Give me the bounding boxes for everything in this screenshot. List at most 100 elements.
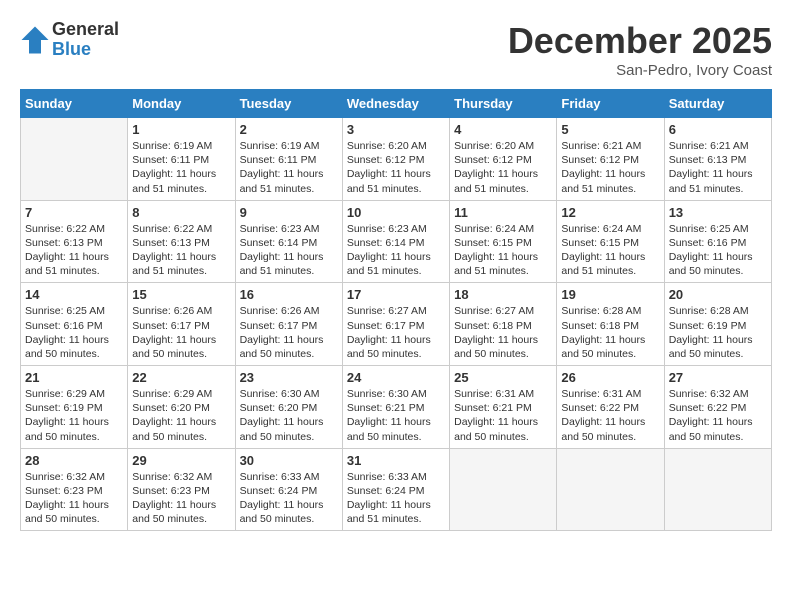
day-number: 12: [561, 205, 659, 220]
logo-blue: Blue: [52, 40, 119, 60]
calendar-cell: [21, 118, 128, 201]
calendar-header-row: SundayMondayTuesdayWednesdayThursdayFrid…: [21, 90, 772, 118]
calendar-cell: 6 Sunrise: 6:21 AMSunset: 6:13 PMDaylight…: [664, 118, 771, 201]
day-detail: Sunrise: 6:25 AMSunset: 6:16 PMDaylight:…: [25, 304, 123, 361]
day-detail: Sunrise: 6:21 AMSunset: 6:12 PMDaylight:…: [561, 139, 659, 196]
calendar-cell: 7 Sunrise: 6:22 AMSunset: 6:13 PMDaylight…: [21, 200, 128, 283]
day-detail: Sunrise: 6:22 AMSunset: 6:13 PMDaylight:…: [25, 222, 123, 279]
day-detail: Sunrise: 6:25 AMSunset: 6:16 PMDaylight:…: [669, 222, 767, 279]
calendar-cell: 20 Sunrise: 6:28 AMSunset: 6:19 PMDayligh…: [664, 283, 771, 366]
calendar-cell: 8 Sunrise: 6:22 AMSunset: 6:13 PMDaylight…: [128, 200, 235, 283]
day-number: 25: [454, 370, 552, 385]
day-number: 14: [25, 287, 123, 302]
calendar-cell: 1Sunrise: 6:19 AMSunset: 6:11 PMDaylight…: [128, 118, 235, 201]
day-detail: Sunrise: 6:24 AMSunset: 6:15 PMDaylight:…: [561, 222, 659, 279]
day-number: 20: [669, 287, 767, 302]
day-number: 31: [347, 453, 445, 468]
page-header: General Blue December 2025 San-Pedro, Iv…: [20, 20, 772, 79]
calendar-cell: 14 Sunrise: 6:25 AMSunset: 6:16 PMDayligh…: [21, 283, 128, 366]
day-number: 18: [454, 287, 552, 302]
day-detail: Sunrise: 6:26 AMSunset: 6:17 PMDaylight:…: [132, 304, 230, 361]
calendar-cell: 13 Sunrise: 6:25 AMSunset: 6:16 PMDayligh…: [664, 200, 771, 283]
calendar-cell: 18 Sunrise: 6:27 AMSunset: 6:18 PMDayligh…: [450, 283, 557, 366]
day-number: 8: [132, 205, 230, 220]
header-sunday: Sunday: [21, 90, 128, 118]
calendar-cell: [557, 448, 664, 531]
day-detail: Sunrise: 6:27 AMSunset: 6:17 PMDaylight:…: [347, 304, 445, 361]
day-number: 5: [561, 122, 659, 137]
calendar-cell: 12 Sunrise: 6:24 AMSunset: 6:15 PMDayligh…: [557, 200, 664, 283]
day-detail: Sunrise: 6:24 AMSunset: 6:15 PMDaylight:…: [454, 222, 552, 279]
day-detail: Sunrise: 6:28 AMSunset: 6:19 PMDaylight:…: [669, 304, 767, 361]
header-saturday: Saturday: [664, 90, 771, 118]
calendar-cell: 17 Sunrise: 6:27 AMSunset: 6:17 PMDayligh…: [342, 283, 449, 366]
day-detail: Sunrise: 6:22 AMSunset: 6:13 PMDaylight:…: [132, 222, 230, 279]
logo-general: General: [52, 20, 119, 40]
day-detail: Sunrise: 6:30 AMSunset: 6:21 PMDaylight:…: [347, 387, 445, 444]
calendar-cell: 26Sunrise: 6:31 AMSunset: 6:22 PMDayligh…: [557, 366, 664, 449]
day-number: 3: [347, 122, 445, 137]
calendar-cell: 21 Sunrise: 6:29 AMSunset: 6:19 PMDayligh…: [21, 366, 128, 449]
calendar-cell: 15 Sunrise: 6:26 AMSunset: 6:17 PMDayligh…: [128, 283, 235, 366]
calendar-cell: 29 Sunrise: 6:32 AMSunset: 6:23 PMDayligh…: [128, 448, 235, 531]
day-number: 2: [240, 122, 338, 137]
day-number: 16: [240, 287, 338, 302]
calendar-week-3: 14 Sunrise: 6:25 AMSunset: 6:16 PMDayligh…: [21, 283, 772, 366]
header-thursday: Thursday: [450, 90, 557, 118]
calendar-cell: 23 Sunrise: 6:30 AMSunset: 6:20 PMDayligh…: [235, 366, 342, 449]
day-detail: Sunrise: 6:23 AMSunset: 6:14 PMDaylight:…: [240, 222, 338, 279]
calendar-cell: 31 Sunrise: 6:33 AMSunset: 6:24 PMDayligh…: [342, 448, 449, 531]
calendar-cell: 10 Sunrise: 6:23 AMSunset: 6:14 PMDayligh…: [342, 200, 449, 283]
calendar-week-2: 7 Sunrise: 6:22 AMSunset: 6:13 PMDaylight…: [21, 200, 772, 283]
calendar-cell: 28Sunrise: 6:32 AMSunset: 6:23 PMDayligh…: [21, 448, 128, 531]
day-number: 11: [454, 205, 552, 220]
calendar-cell: 4Sunrise: 6:20 AMSunset: 6:12 PMDaylight…: [450, 118, 557, 201]
calendar-cell: [450, 448, 557, 531]
calendar-cell: 24Sunrise: 6:30 AMSunset: 6:21 PMDayligh…: [342, 366, 449, 449]
day-number: 9: [240, 205, 338, 220]
calendar-cell: 19Sunrise: 6:28 AMSunset: 6:18 PMDayligh…: [557, 283, 664, 366]
day-number: 10: [347, 205, 445, 220]
day-detail: Sunrise: 6:33 AMSunset: 6:24 PMDaylight:…: [347, 470, 445, 527]
day-number: 7: [25, 205, 123, 220]
calendar-cell: 9 Sunrise: 6:23 AMSunset: 6:14 PMDaylight…: [235, 200, 342, 283]
day-detail: Sunrise: 6:33 AMSunset: 6:24 PMDaylight:…: [240, 470, 338, 527]
day-number: 29: [132, 453, 230, 468]
day-number: 17: [347, 287, 445, 302]
logo-icon: [20, 25, 50, 55]
header-tuesday: Tuesday: [235, 90, 342, 118]
calendar-table: SundayMondayTuesdayWednesdayThursdayFrid…: [20, 89, 772, 531]
day-detail: Sunrise: 6:21 AMSunset: 6:13 PMDaylight:…: [669, 139, 767, 196]
day-number: 22: [132, 370, 230, 385]
day-number: 6: [669, 122, 767, 137]
day-detail: Sunrise: 6:29 AMSunset: 6:19 PMDaylight:…: [25, 387, 123, 444]
calendar-cell: 5 Sunrise: 6:21 AMSunset: 6:12 PMDaylight…: [557, 118, 664, 201]
day-detail: Sunrise: 6:20 AMSunset: 6:12 PMDaylight:…: [454, 139, 552, 196]
day-number: 23: [240, 370, 338, 385]
month-title: December 2025: [508, 20, 772, 62]
day-number: 26: [561, 370, 659, 385]
day-detail: Sunrise: 6:32 AMSunset: 6:23 PMDaylight:…: [25, 470, 123, 527]
title-block: December 2025 San-Pedro, Ivory Coast: [508, 20, 772, 79]
day-detail: Sunrise: 6:27 AMSunset: 6:18 PMDaylight:…: [454, 304, 552, 361]
day-detail: Sunrise: 6:28 AMSunset: 6:18 PMDaylight:…: [561, 304, 659, 361]
day-detail: Sunrise: 6:23 AMSunset: 6:14 PMDaylight:…: [347, 222, 445, 279]
day-number: 30: [240, 453, 338, 468]
day-detail: Sunrise: 6:19 AMSunset: 6:11 PMDaylight:…: [132, 139, 230, 196]
calendar-cell: [664, 448, 771, 531]
calendar-cell: 25 Sunrise: 6:31 AMSunset: 6:21 PMDayligh…: [450, 366, 557, 449]
location: San-Pedro, Ivory Coast: [508, 62, 772, 79]
day-detail: Sunrise: 6:19 AMSunset: 6:11 PMDaylight:…: [240, 139, 338, 196]
header-friday: Friday: [557, 90, 664, 118]
calendar-cell: 11 Sunrise: 6:24 AMSunset: 6:15 PMDayligh…: [450, 200, 557, 283]
day-number: 15: [132, 287, 230, 302]
calendar-week-5: 28Sunrise: 6:32 AMSunset: 6:23 PMDayligh…: [21, 448, 772, 531]
logo-text: General Blue: [52, 20, 119, 60]
day-number: 21: [25, 370, 123, 385]
day-detail: Sunrise: 6:30 AMSunset: 6:20 PMDaylight:…: [240, 387, 338, 444]
day-detail: Sunrise: 6:26 AMSunset: 6:17 PMDaylight:…: [240, 304, 338, 361]
calendar-cell: 2 Sunrise: 6:19 AMSunset: 6:11 PMDaylight…: [235, 118, 342, 201]
day-detail: Sunrise: 6:32 AMSunset: 6:23 PMDaylight:…: [132, 470, 230, 527]
day-number: 13: [669, 205, 767, 220]
day-detail: Sunrise: 6:31 AMSunset: 6:21 PMDaylight:…: [454, 387, 552, 444]
